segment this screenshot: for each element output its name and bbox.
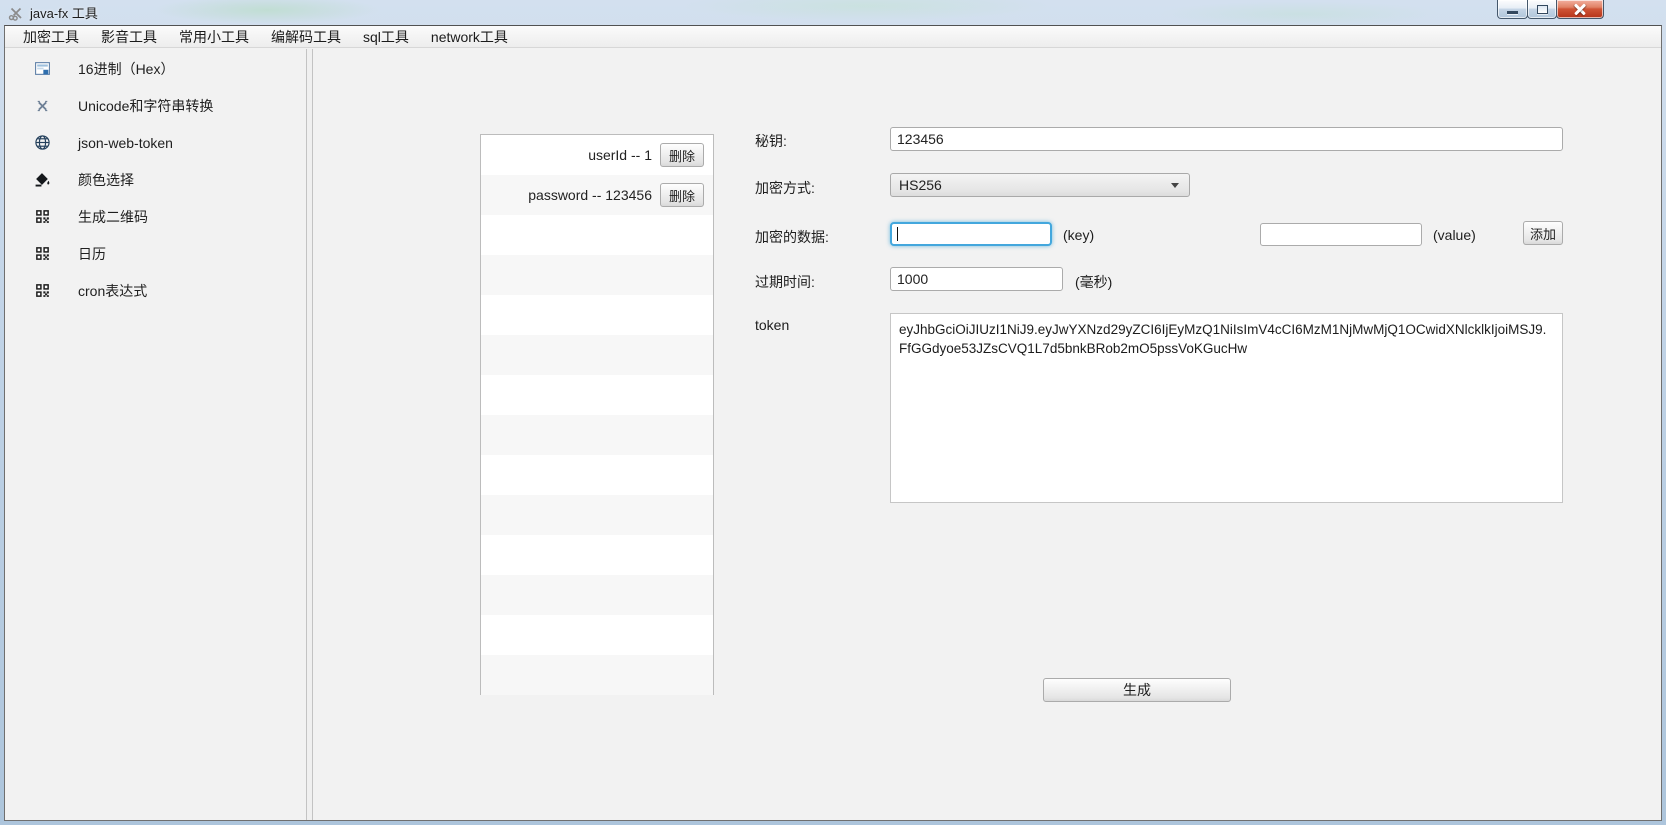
- qrcode-icon: [34, 208, 51, 225]
- claim-row[interactable]: userId -- 1 删除: [481, 135, 713, 175]
- window-title: java-fx 工具: [30, 3, 98, 22]
- text-cursor: [897, 227, 898, 241]
- delete-claim-button[interactable]: 删除: [660, 183, 704, 207]
- menu-common-tools[interactable]: 常用小工具: [168, 26, 260, 48]
- sidebar: 16进制（Hex） Unicode和字符串转换 json-web-token 颜…: [5, 49, 306, 820]
- menu-network-tools[interactable]: network工具: [420, 26, 519, 48]
- empty-list-row: [481, 615, 713, 655]
- close-icon: [1574, 3, 1586, 15]
- delete-claim-button[interactable]: 删除: [660, 143, 704, 167]
- calendar-qr-icon: [34, 245, 51, 262]
- empty-list-row: [481, 495, 713, 535]
- maximize-button[interactable]: [1527, 0, 1557, 19]
- menu-bar: 加密工具 影音工具 常用小工具 编解码工具 sql工具 network工具: [5, 26, 1661, 48]
- sidebar-item-hex[interactable]: 16进制（Hex）: [5, 50, 306, 87]
- color-picker-icon: [34, 171, 51, 188]
- empty-list-row: [481, 295, 713, 335]
- data-label: 加密的数据:: [755, 227, 829, 247]
- menu-sql-tools[interactable]: sql工具: [352, 26, 420, 48]
- chevron-down-icon: [1171, 183, 1179, 188]
- minimize-button[interactable]: [1497, 0, 1528, 19]
- sidebar-item-cron[interactable]: cron表达式: [5, 272, 306, 309]
- empty-list-row: [481, 335, 713, 375]
- claim-text: userId -- 1: [588, 135, 652, 175]
- expire-unit-hint: (毫秒): [1075, 272, 1112, 292]
- sidebar-item-color[interactable]: 颜色选择: [5, 161, 306, 198]
- claim-value-input[interactable]: [1260, 223, 1422, 246]
- maximize-icon: [1537, 5, 1548, 14]
- app-window: java-fx 工具 加密工具 影音工具 常用小工具 编解码工具 sql工具 n…: [0, 0, 1666, 825]
- window-frame: 加密工具 影音工具 常用小工具 编解码工具 sql工具 network工具 16…: [4, 25, 1662, 821]
- cron-qr-icon: [34, 282, 51, 299]
- empty-list-row: [481, 535, 713, 575]
- algorithm-select[interactable]: HS256: [890, 173, 1190, 197]
- claim-key-input[interactable]: [890, 222, 1052, 246]
- sidebar-item-label: 日历: [78, 244, 106, 264]
- sidebar-item-calendar[interactable]: 日历: [5, 235, 306, 272]
- globe-icon: [34, 134, 51, 151]
- sidebar-item-jwt[interactable]: json-web-token: [5, 124, 306, 161]
- titlebar[interactable]: java-fx 工具: [0, 0, 1666, 25]
- sidebar-item-label: 16进制（Hex）: [78, 59, 174, 79]
- app-tools-icon: [8, 5, 24, 21]
- sidebar-item-label: 生成二维码: [78, 207, 148, 227]
- value-hint: (value): [1433, 227, 1476, 243]
- close-button[interactable]: [1556, 0, 1604, 19]
- expire-label: 过期时间:: [755, 272, 815, 292]
- sidebar-item-label: Unicode和字符串转换: [78, 96, 213, 116]
- titlebar-left: java-fx 工具: [8, 3, 98, 22]
- secret-label: 秘钥:: [755, 131, 787, 151]
- empty-list-row: [481, 655, 713, 695]
- menu-media-tools[interactable]: 影音工具: [90, 26, 168, 48]
- claim-row[interactable]: password -- 123456 删除: [481, 175, 713, 215]
- window-controls: [1498, 0, 1604, 19]
- sidebar-item-label: 颜色选择: [78, 170, 134, 190]
- menu-encrypt-tools[interactable]: 加密工具: [12, 26, 90, 48]
- sidebar-item-qrcode[interactable]: 生成二维码: [5, 198, 306, 235]
- token-output[interactable]: eyJhbGciOiJIUzI1NiJ9.eyJwYXNzd29yZCI6IjE…: [890, 313, 1563, 503]
- hex-panel-icon: [34, 60, 51, 77]
- minimize-icon: [1507, 11, 1518, 14]
- add-claim-button[interactable]: 添加: [1523, 221, 1563, 245]
- unicode-x-icon: [34, 97, 51, 114]
- key-hint: (key): [1063, 227, 1094, 243]
- empty-list-row: [481, 415, 713, 455]
- empty-list-row: [481, 455, 713, 495]
- expire-input[interactable]: [890, 267, 1063, 291]
- sidebar-item-unicode[interactable]: Unicode和字符串转换: [5, 87, 306, 124]
- sidebar-item-label: cron表达式: [78, 281, 147, 301]
- menu-codec-tools[interactable]: 编解码工具: [260, 26, 352, 48]
- jwt-panel: userId -- 1 删除 password -- 123456 删除: [313, 49, 1661, 820]
- empty-list-row: [481, 375, 713, 415]
- empty-list-row: [481, 215, 713, 255]
- sidebar-item-label: json-web-token: [78, 135, 173, 151]
- claim-text: password -- 123456: [528, 175, 652, 215]
- algorithm-selected-value: HS256: [899, 177, 1171, 193]
- empty-list-row: [481, 575, 713, 615]
- generate-button[interactable]: 生成: [1043, 678, 1231, 702]
- split-pane-divider[interactable]: [306, 49, 313, 820]
- claims-list: userId -- 1 删除 password -- 123456 删除: [480, 134, 714, 695]
- token-label: token: [755, 317, 789, 333]
- algorithm-label: 加密方式:: [755, 178, 815, 198]
- secret-input[interactable]: [890, 127, 1563, 151]
- empty-list-row: [481, 255, 713, 295]
